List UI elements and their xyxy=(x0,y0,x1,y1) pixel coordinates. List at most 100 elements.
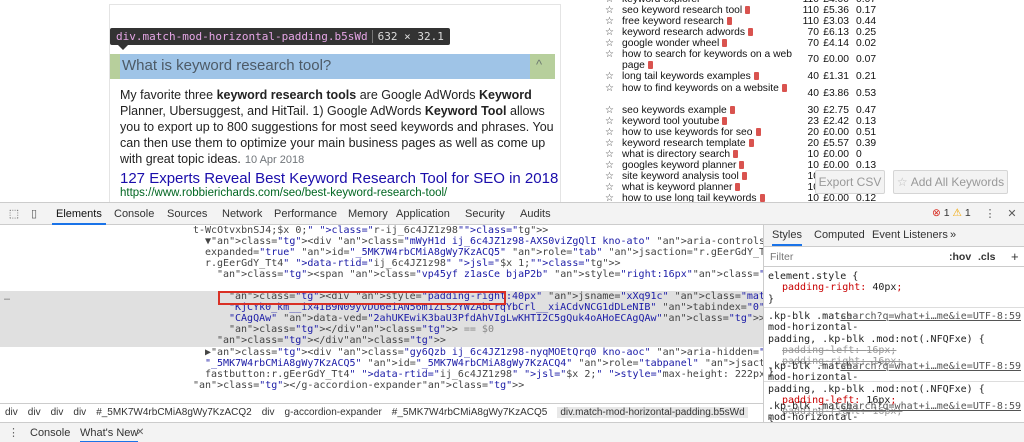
trash-icon[interactable] xyxy=(753,72,759,81)
breadcrumb-item[interactable]: #_5MK7W4rbCMiA8gWy7KzACQ5 xyxy=(392,407,548,418)
star-icon[interactable]: ☆ xyxy=(605,127,614,138)
css-source-link[interactable]: search?q=what+i…me&ie=UTF-8:59 xyxy=(840,401,1021,412)
elements-tree[interactable]: … t-WcOtvxbnSJ4;$x 0;" ">class="r-ij_6c4… xyxy=(0,225,763,405)
breadcrumb-item[interactable]: div xyxy=(262,407,275,418)
dom-line[interactable]: t-WcOtvxbnSJ4;$x 0;" ">class="r-ij_6c4JZ… xyxy=(193,225,763,236)
accordion-question[interactable]: What is keyword research tool? xyxy=(122,57,331,74)
breadcrumb-item[interactable]: g-accordion-expander xyxy=(285,407,382,418)
dom-line[interactable]: "CAgQAw" "an">data-ved="2ahUKEwiK3baU3Pf… xyxy=(229,313,763,324)
star-icon[interactable]: ☆ xyxy=(605,27,614,38)
styles-tab-3[interactable]: » xyxy=(950,225,956,246)
snippet-bold: Keyword xyxy=(479,88,532,102)
star-icon[interactable]: ☆ xyxy=(605,182,614,193)
tab-security[interactable]: Security xyxy=(461,203,509,225)
star-icon[interactable]: ☆ xyxy=(605,5,614,16)
star-icon[interactable]: ☆ xyxy=(605,38,614,49)
dom-line[interactable]: "_5MK7W4rbCMiA8gWy7KzACQ5" "an">id="_5MK… xyxy=(205,358,763,369)
styles-pane: Styles Computed Event Listeners» Filter :h… xyxy=(763,225,1024,422)
keyword-text: free keyword research xyxy=(622,16,792,27)
tab-performance[interactable]: Performance xyxy=(270,203,341,225)
trash-icon[interactable] xyxy=(726,17,732,26)
trash-icon[interactable] xyxy=(759,194,765,202)
dom-line[interactable]: "an">class="tg"></g-accordion-expander"a… xyxy=(193,380,763,391)
keyword-text: how to find keywords on a website xyxy=(622,83,792,94)
star-icon[interactable]: ☆ xyxy=(605,83,614,94)
drawer-tab-console[interactable]: Console xyxy=(30,423,70,442)
star-icon[interactable]: ☆ xyxy=(605,49,614,60)
styles-tab-2[interactable]: Event Listeners xyxy=(872,225,948,246)
css-source-link[interactable]: search?q=what+i…me&ie=UTF-8:59 xyxy=(840,311,1021,322)
keyword-competition: 0 xyxy=(856,148,862,160)
styles-tab-1[interactable]: Computed xyxy=(814,225,865,246)
device-toolbar-icon[interactable]: ▯ xyxy=(28,208,40,220)
issues-counter[interactable]: ⊗ 1 ⚠ 1 xyxy=(932,207,971,219)
filter-input[interactable]: Filter xyxy=(770,251,793,263)
dom-line[interactable]: fastbutton:r.gEerGdY_Tt4" ">data-rtid="i… xyxy=(205,369,763,380)
trash-icon[interactable] xyxy=(739,161,745,170)
dom-line[interactable]: expanded="true" "an">id="_5MK7W4rbCMiA8g… xyxy=(205,247,763,258)
new-rule-icon[interactable]: + xyxy=(1011,249,1019,264)
dom-line[interactable]: ▶"an">class="tg"><div "an">class="gy6Qzb… xyxy=(205,347,763,358)
breadcrumb-item[interactable]: #_5MK7W4rbCMiA8gWy7KzACQ2 xyxy=(96,407,252,418)
trash-icon[interactable] xyxy=(722,116,728,125)
inspect-element-icon[interactable]: ⬚ xyxy=(8,208,20,220)
keyword-cpc: £0.00 xyxy=(823,126,849,138)
result-title-link[interactable]: 127 Experts Reveal Best Keyword Research… xyxy=(120,170,558,187)
star-icon[interactable]: ☆ xyxy=(605,105,614,116)
tab-console[interactable]: Console xyxy=(110,203,158,225)
dom-line[interactable]: ▼"an">class="tg"><div "an">class="mWyH1d… xyxy=(205,236,763,247)
breadcrumb-item[interactable]: div xyxy=(73,407,86,418)
close-icon[interactable]: ✕ xyxy=(1006,208,1018,220)
trash-icon[interactable] xyxy=(781,83,787,92)
star-icon[interactable]: ☆ xyxy=(605,71,614,82)
breadcrumb-item[interactable]: div xyxy=(28,407,41,418)
star-icon[interactable]: ☆ xyxy=(605,149,614,160)
star-icon[interactable]: ☆ xyxy=(605,116,614,127)
keyword-row: ☆ google wonder wheel 70 £4.14 0.02 xyxy=(605,38,876,49)
trash-icon[interactable] xyxy=(748,138,754,147)
styles-tab-0[interactable]: Styles xyxy=(772,225,802,246)
star-icon[interactable]: ☆ xyxy=(605,171,614,182)
trash-icon[interactable] xyxy=(741,172,747,181)
hov-toggle[interactable]: :hov xyxy=(949,251,971,263)
tab-audits[interactable]: Audits xyxy=(516,203,555,225)
star-icon[interactable]: ☆ xyxy=(605,16,614,27)
star-icon[interactable]: ☆ xyxy=(605,160,614,171)
close-tab-icon[interactable]: ✕ xyxy=(136,423,144,442)
trash-icon[interactable] xyxy=(647,61,653,70)
dom-line[interactable]: r.gEerGdY_Tt4" ">data-rtid="ij_6c4JZ1z98… xyxy=(205,258,763,269)
breadcrumb-item[interactable]: div xyxy=(5,407,18,418)
breadcrumb-item[interactable]: div.match-mod-horizontal-padding.b5sWd xyxy=(557,407,748,418)
dom-line[interactable]: "an">class="tg"></div"an">class="tg">> xyxy=(217,335,763,346)
drawer-menu-icon[interactable]: ⋮ xyxy=(8,423,19,442)
chevron-up-icon[interactable]: ^ xyxy=(536,57,542,72)
css-source-link[interactable]: search?q=what+i…me&ie=UTF-8:59 xyxy=(840,361,1021,372)
drawer-tab-whats-new[interactable]: What's New xyxy=(80,423,139,442)
node-actions-icon[interactable]: … xyxy=(4,292,10,303)
tab-elements[interactable]: Elements xyxy=(52,203,106,225)
trash-icon[interactable] xyxy=(735,183,741,192)
add-all-keywords-button[interactable]: ☆ Add All Keywords xyxy=(893,170,1008,194)
star-icon[interactable]: ☆ xyxy=(605,138,614,149)
tab-network[interactable]: Network xyxy=(218,203,266,225)
css-property[interactable]: padding-left: 16px; xyxy=(768,345,1021,356)
trash-icon[interactable] xyxy=(745,6,751,15)
dom-line[interactable]: "an">class="tg"><span "an">class="vp45yf… xyxy=(217,269,763,280)
trash-icon[interactable] xyxy=(755,127,761,136)
dom-line[interactable]: "an">class="tg"></div"an">class="tg">> =… xyxy=(229,324,763,335)
tab-application[interactable]: Application xyxy=(392,203,454,225)
keyword-volume: 30 xyxy=(807,104,819,116)
tab-sources[interactable]: Sources xyxy=(163,203,211,225)
trash-icon[interactable] xyxy=(722,39,728,48)
export-csv-button[interactable]: Export CSV xyxy=(815,170,885,194)
keyword-cpc: £2.42 xyxy=(823,115,849,127)
breadcrumb-item[interactable]: div xyxy=(51,407,64,418)
css-property[interactable]: padding-right: 40px; xyxy=(768,282,1021,293)
trash-icon[interactable] xyxy=(729,105,735,114)
more-menu-icon[interactable]: ⋮ xyxy=(984,208,996,220)
cls-toggle[interactable]: .cls xyxy=(978,251,996,263)
star-icon[interactable]: ☆ xyxy=(605,193,614,202)
tab-memory[interactable]: Memory xyxy=(344,203,392,225)
trash-icon[interactable] xyxy=(733,149,739,158)
trash-icon[interactable] xyxy=(748,28,754,37)
